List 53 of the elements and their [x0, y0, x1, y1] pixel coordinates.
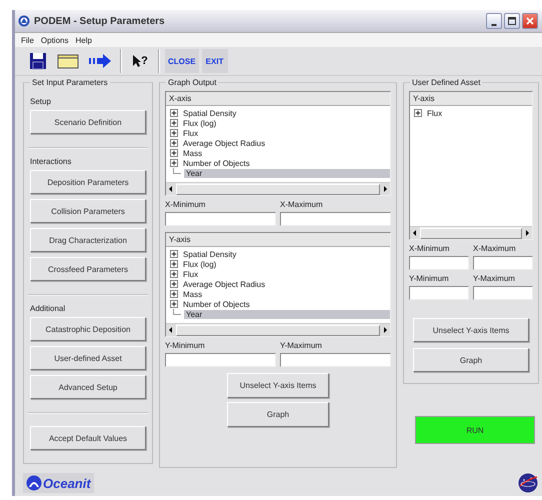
graph-button[interactable]: Graph: [227, 402, 329, 427]
tree-item[interactable]: Flux: [425, 108, 444, 118]
section-heading: Interactions: [30, 157, 72, 166]
oceanit-logo: Oceanit: [23, 473, 94, 493]
setup-button[interactable]: Drag Characterization: [30, 228, 146, 252]
tree-item[interactable]: Mass: [181, 148, 204, 158]
field-label: X-Minimum: [165, 200, 206, 209]
panel-title: User Defined Asset: [410, 78, 482, 87]
field-label: X-Maximum: [473, 244, 517, 253]
setup-button[interactable]: Collision Parameters: [30, 199, 146, 223]
setup-button[interactable]: Advanced Setup: [30, 375, 146, 399]
menu-item[interactable]: File: [21, 36, 34, 44]
graph-button[interactable]: Graph: [413, 348, 529, 372]
field-label: Y-Maximum: [473, 274, 516, 283]
toolbar-button[interactable]: EXIT: [202, 49, 228, 73]
tree-header: Y-axis: [410, 92, 532, 106]
field-label: Y-Maximum: [280, 341, 323, 350]
field-label: Y-Minimum: [409, 274, 450, 283]
tree-item[interactable]: Mass: [181, 290, 204, 298]
setup-button[interactable]: Crossfeed Parameters: [30, 257, 146, 281]
setup-button[interactable]: Deposition Parameters: [30, 170, 146, 194]
setup-button[interactable]: Scenario Definition: [30, 110, 146, 134]
tree-item[interactable]: Number of Objects: [181, 158, 252, 168]
setup-button[interactable]: User-defined Asset: [30, 346, 146, 370]
tree-item[interactable]: Flux (log): [181, 260, 218, 268]
tree-item[interactable]: Flux: [181, 270, 200, 278]
section-heading: Setup: [30, 97, 52, 106]
tree-item[interactable]: Spatial Density: [181, 250, 238, 258]
unselect-button[interactable]: Unselect Y-axis Items: [227, 373, 329, 398]
tree-item[interactable]: Year: [184, 168, 390, 178]
tree-item[interactable]: Flux (log): [181, 118, 218, 128]
window-title: PODEM - Setup Parameters: [34, 16, 165, 26]
tree-item[interactable]: Number of Objects: [181, 300, 252, 308]
tree-item[interactable]: Spatial Density: [181, 108, 238, 118]
section-heading: Additional: [30, 304, 66, 313]
setup-button[interactable]: Catastrophic Deposition: [30, 317, 146, 341]
tree-item[interactable]: Average Object Radius: [181, 280, 268, 288]
run-button[interactable]: RUN: [415, 416, 535, 444]
tree-item[interactable]: Flux: [181, 128, 200, 138]
menu-item[interactable]: Options: [40, 36, 68, 44]
tree-item[interactable]: Year: [184, 310, 390, 318]
menu-item[interactable]: Help: [75, 36, 92, 44]
field-label: Y-Minimum: [165, 341, 206, 350]
field-label: X-Maximum: [280, 200, 324, 209]
field-label: X-Minimum: [409, 244, 450, 253]
panel-title: Set Input Parameters: [30, 78, 110, 87]
tree-item[interactable]: Average Object Radius: [181, 138, 268, 148]
toolbar-button[interactable]: CLOSE: [165, 49, 199, 73]
panel-title: Graph Output: [166, 78, 218, 87]
tree-header: Y-axis: [166, 233, 390, 247]
tree-header: X-axis: [166, 92, 390, 106]
unselect-button[interactable]: Unselect Y-axis Items: [413, 318, 529, 342]
accept-defaults-button[interactable]: Accept Default Values: [30, 426, 146, 450]
